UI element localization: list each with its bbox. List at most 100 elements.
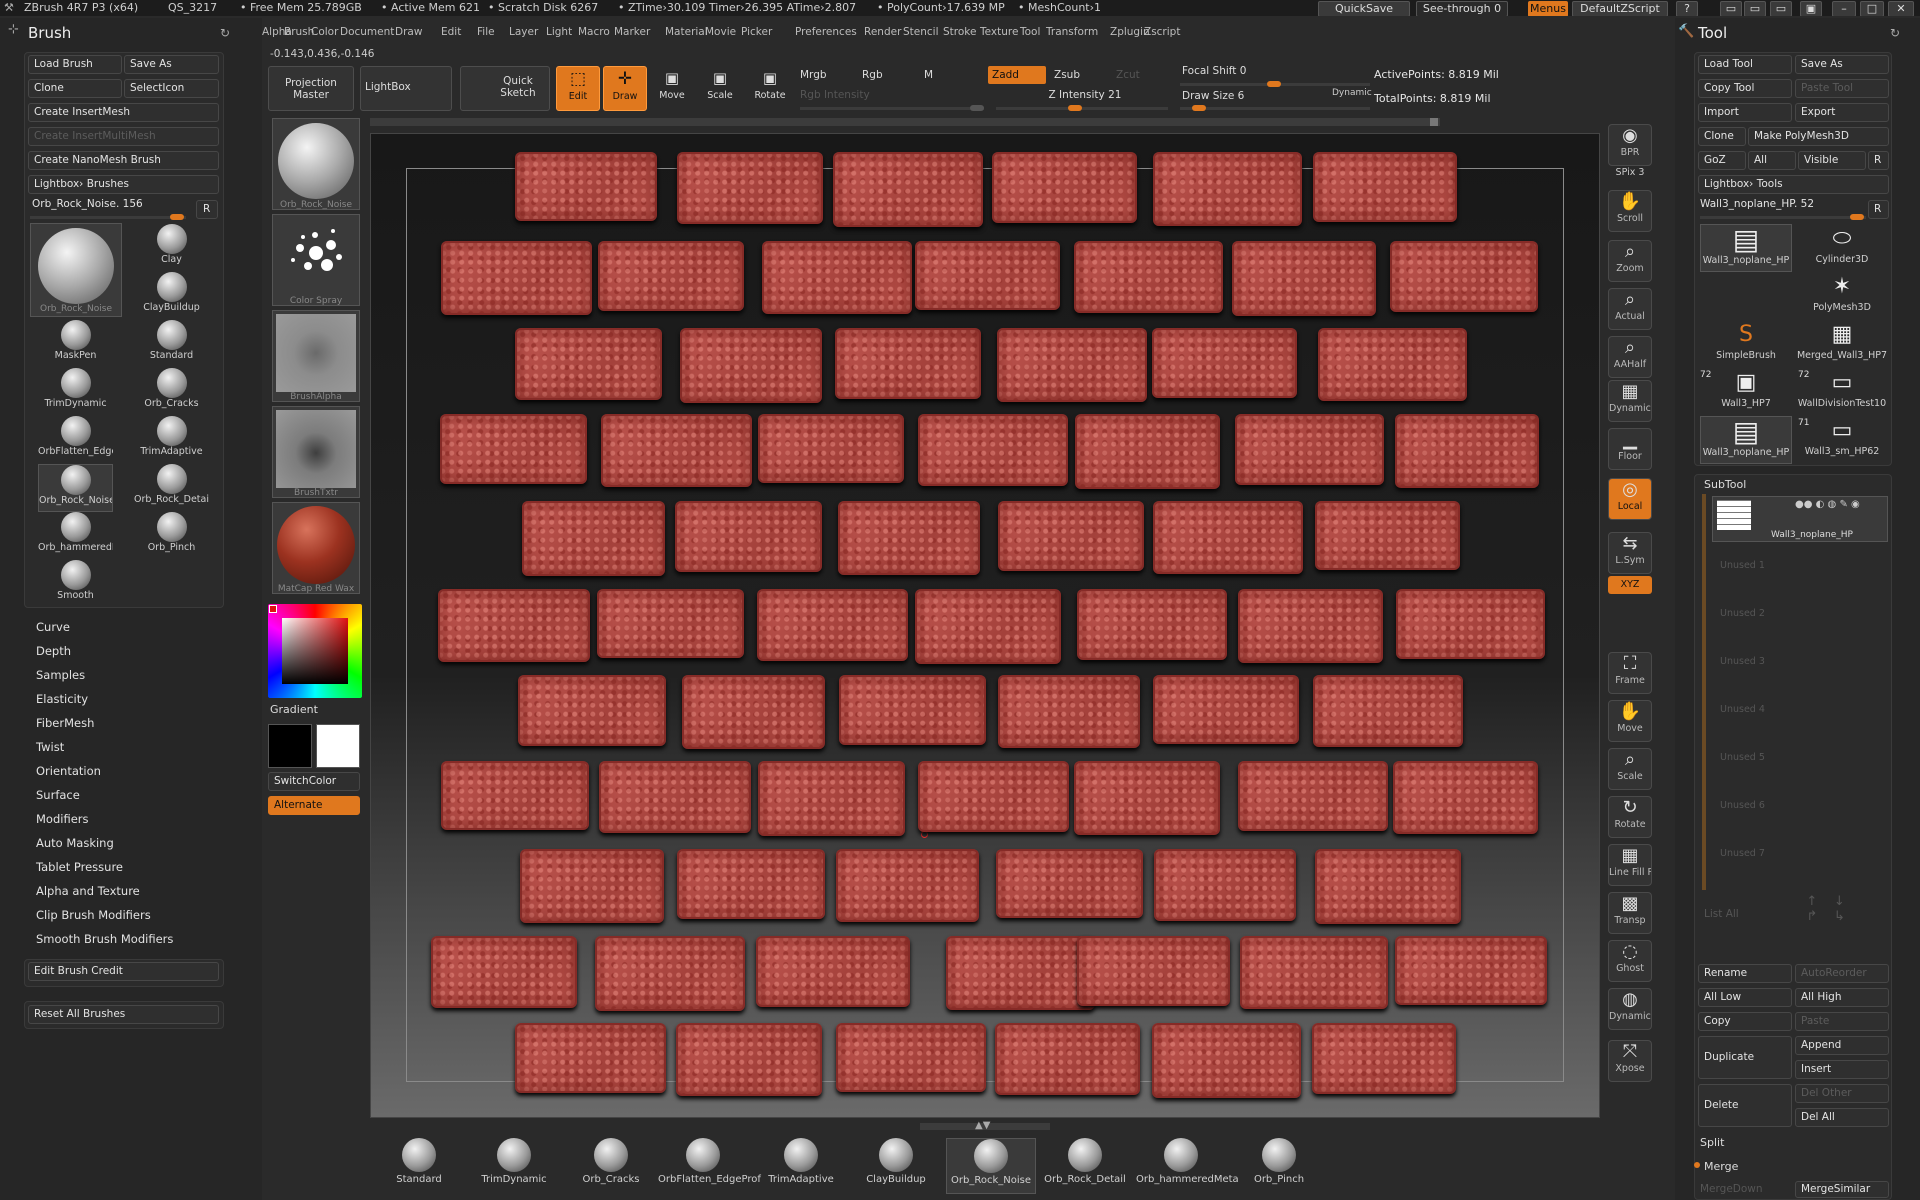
zbrush-logo-icon[interactable]: ⚒: [4, 1, 14, 14]
create-insertmultimesh-button[interactable]: Create InsertMultiMesh: [28, 127, 219, 146]
subpalette-depth[interactable]: Depth: [36, 644, 71, 658]
shelf-actual-button[interactable]: ⌕ Actual: [1608, 288, 1652, 330]
brick[interactable]: [1077, 589, 1227, 660]
brick[interactable]: [1390, 241, 1538, 312]
brick[interactable]: [838, 501, 980, 575]
quicksave-button[interactable]: QuickSave: [1318, 1, 1410, 16]
split-subpalette[interactable]: Split: [1700, 1136, 1724, 1149]
menu-color[interactable]: Color: [311, 26, 338, 38]
shelf-xyz[interactable]: XYZ: [1608, 576, 1652, 594]
subtool-copy-button[interactable]: Copy: [1698, 1012, 1792, 1031]
texture-thumb[interactable]: BrushTxtr: [272, 406, 360, 498]
tool-cell-simplebrush[interactable]: S SimpleBrush: [1700, 320, 1792, 368]
brush-cell-smooth[interactable]: Smooth: [38, 560, 113, 608]
brick[interactable]: [597, 589, 744, 658]
brick[interactable]: [918, 414, 1068, 486]
brush-cell-standard[interactable]: Standard: [134, 320, 209, 368]
brick[interactable]: [998, 675, 1140, 748]
edit-mode-button[interactable]: ⬚ Edit: [556, 66, 600, 111]
see-through-slider[interactable]: See-through 0: [1416, 1, 1508, 16]
help-icon[interactable]: ?: [1676, 1, 1698, 16]
brick[interactable]: [1240, 936, 1388, 1009]
subtool-slot-7[interactable]: Unused 7: [1720, 848, 1765, 859]
brick[interactable]: [441, 241, 592, 315]
brick[interactable]: [440, 414, 587, 484]
default-zscript-button[interactable]: DefaultZScript: [1572, 1, 1668, 16]
delete-button[interactable]: Delete: [1698, 1084, 1792, 1127]
shelf-l-sym-button[interactable]: ⇆ L.Sym: [1608, 532, 1652, 574]
draw-mode-button[interactable]: ✛ Draw: [603, 66, 647, 111]
menu-zscript[interactable]: Zscript: [1144, 26, 1180, 38]
rgb-intensity-slider[interactable]: Rgb Intensity: [796, 86, 986, 104]
brick[interactable]: [518, 675, 666, 746]
goz-button[interactable]: GoZ: [1698, 151, 1746, 170]
brick[interactable]: [1393, 761, 1538, 834]
brush-cell-orb_rock_noise[interactable]: Orb_Rock_Noise: [38, 464, 113, 512]
brick[interactable]: [1318, 328, 1467, 401]
tool-cell-cylinder3d[interactable]: ⬭ Cylinder3D: [1796, 224, 1888, 272]
subtool-slot-2[interactable]: Unused 2: [1720, 608, 1765, 619]
brick[interactable]: [599, 761, 751, 833]
brush-r-button[interactable]: R: [196, 200, 218, 219]
goz-all-button[interactable]: All: [1748, 151, 1796, 170]
menu-draw[interactable]: Draw: [395, 26, 422, 38]
tool-cell-wall3_noplane_hp[interactable]: ▤ Wall3_noplane_HP: [1700, 224, 1792, 272]
subtool-scrollbar[interactable]: [1702, 494, 1706, 890]
append-button[interactable]: Append: [1795, 1036, 1889, 1055]
shelf-spix-3[interactable]: SPix 3: [1608, 164, 1652, 182]
brick[interactable]: [1315, 849, 1461, 924]
brick[interactable]: [1396, 589, 1545, 659]
menu-picker[interactable]: Picker: [741, 26, 772, 38]
tool-panel-title[interactable]: Tool: [1698, 24, 1727, 42]
duplicate-button[interactable]: Duplicate: [1698, 1036, 1792, 1079]
subtool-paste-button[interactable]: Paste: [1795, 1012, 1889, 1031]
subtool-slot-5[interactable]: Unused 5: [1720, 752, 1765, 763]
brick[interactable]: [839, 675, 986, 745]
secondary-color-swatch[interactable]: [316, 724, 360, 768]
tool-slot-slider[interactable]: [1700, 214, 1866, 220]
color-picker[interactable]: [268, 604, 362, 698]
expand-arrow-icon[interactable]: ▲▼: [975, 1120, 990, 1131]
brick[interactable]: [1238, 589, 1383, 663]
shelf-aahalf-button[interactable]: ⌕ AAHalf: [1608, 336, 1652, 378]
tool-cell-polymesh3d[interactable]: ✶ PolyMesh3D: [1796, 272, 1888, 320]
tool-cell-wall3_sm_hp62[interactable]: ▭ Wall3_sm_HP62: [1796, 416, 1888, 464]
current-brush-thumb[interactable]: Orb_Rock_Noise: [30, 223, 122, 317]
brush-cell-maskpen[interactable]: MaskPen: [38, 320, 113, 368]
bottom-brush-orb_cracks[interactable]: Orb_Cracks: [566, 1138, 656, 1194]
tool-refresh-icon[interactable]: ↻: [1890, 26, 1900, 40]
brick[interactable]: [441, 761, 589, 830]
canvas-top-scrollbar[interactable]: [370, 118, 1440, 126]
brick[interactable]: [595, 936, 745, 1011]
all-low-button[interactable]: All Low: [1698, 988, 1792, 1007]
subpalette-elasticity[interactable]: Elasticity: [36, 692, 88, 706]
maximize-icon[interactable]: □: [1860, 1, 1884, 16]
bottom-brush-trimdynamic[interactable]: TrimDynamic: [469, 1138, 559, 1194]
subpalette-samples[interactable]: Samples: [36, 668, 85, 682]
merge-subpalette[interactable]: Merge: [1704, 1160, 1738, 1173]
dynamic-toggle[interactable]: Dynamic: [1332, 88, 1372, 98]
merge-down-button[interactable]: MergeDown: [1700, 1183, 1763, 1195]
brick[interactable]: [758, 761, 905, 836]
brick[interactable]: [992, 152, 1137, 223]
brick[interactable]: [836, 1023, 986, 1092]
shelf-dynamic-persp-button[interactable]: ▦Dynamic Persp: [1608, 380, 1652, 422]
menu-tool[interactable]: Tool: [1020, 26, 1040, 38]
brick[interactable]: [601, 414, 752, 487]
brick[interactable]: [756, 936, 910, 1007]
brick[interactable]: [682, 675, 825, 749]
m-button[interactable]: M: [920, 66, 978, 84]
projection-master-button[interactable]: Projection Master: [268, 66, 354, 111]
tool-clone-button[interactable]: Clone: [1698, 127, 1746, 146]
subpalette-surface[interactable]: Surface: [36, 788, 80, 802]
brick[interactable]: [836, 849, 979, 922]
brick[interactable]: [1395, 936, 1547, 1005]
brick[interactable]: [680, 328, 822, 403]
brush-slot-slider[interactable]: [30, 214, 186, 220]
menus-button[interactable]: Menus: [1528, 1, 1568, 16]
shelf-frame-button[interactable]: ⛶ Frame: [1608, 652, 1652, 694]
brick[interactable]: [915, 589, 1061, 664]
menu-macro[interactable]: Macro: [578, 26, 610, 38]
brick[interactable]: [995, 1023, 1140, 1095]
brick[interactable]: [675, 501, 822, 572]
